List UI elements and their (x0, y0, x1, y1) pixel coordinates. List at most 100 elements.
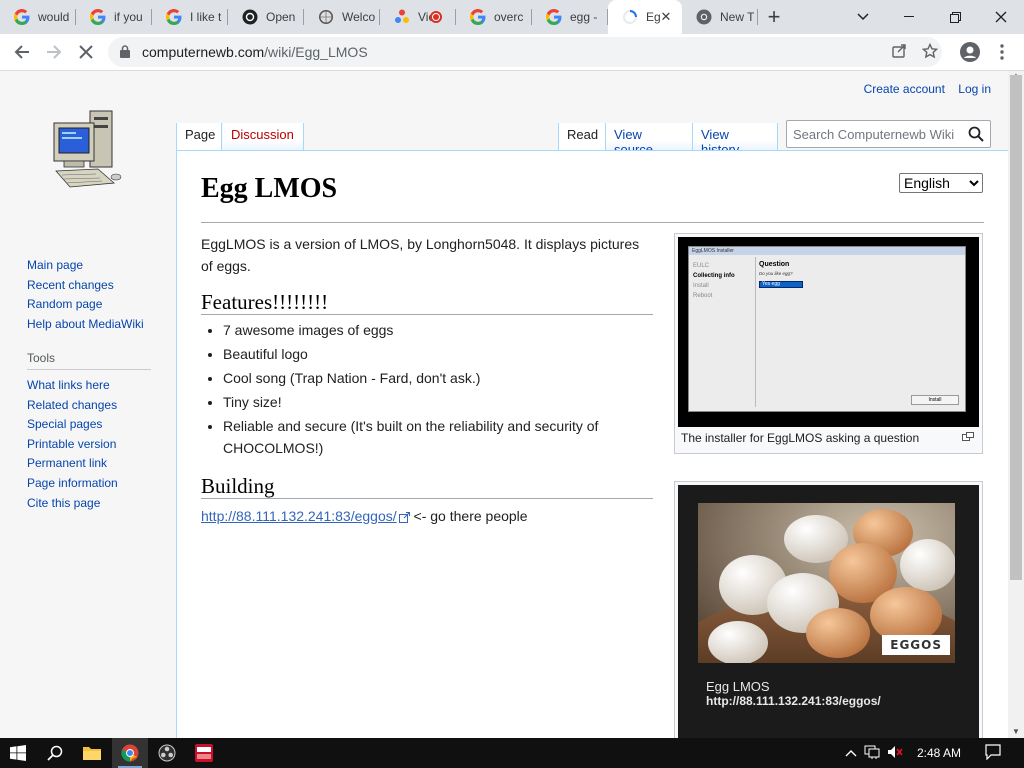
tab-view-history[interactable]: View history (693, 123, 778, 157)
chrome-icon (121, 744, 139, 762)
google-icon (90, 9, 106, 25)
browser-tab[interactable]: if you (76, 0, 152, 34)
chrome-taskbar-button[interactable] (112, 738, 148, 768)
google-icon (166, 9, 182, 25)
tab-title: New T (720, 10, 754, 24)
google-icon (470, 9, 486, 25)
magnify-icon[interactable] (962, 432, 974, 441)
browser-tab[interactable]: Eg ✕ (608, 0, 682, 34)
content-area: Egg LMOS English EggLMOS is a version of… (176, 150, 1008, 738)
nav-link[interactable]: Main page (27, 256, 144, 276)
search-icon[interactable] (968, 126, 984, 142)
close-tab-icon[interactable]: ✕ (658, 9, 674, 25)
bookmark-star-icon[interactable] (921, 42, 939, 61)
file-explorer-button[interactable] (74, 738, 110, 768)
search-icon (47, 745, 63, 761)
obs-taskbar-button[interactable] (149, 738, 185, 768)
share-icon[interactable] (890, 43, 908, 61)
tab-view-source[interactable]: View source (606, 123, 693, 157)
egg-card-title: Egg LMOS (706, 679, 770, 694)
page-scrollbar[interactable]: ▲ ▼ (1008, 71, 1024, 738)
url-text[interactable]: computernewb.com/wiki/Egg_LMOS (142, 44, 368, 60)
installer-thumbnail: EggLMOS Installer EULC Collecting info I… (674, 233, 983, 454)
tools-link[interactable]: Printable version (27, 435, 151, 455)
forward-button[interactable] (40, 38, 68, 66)
scrollbar-thumb[interactable] (1010, 75, 1022, 580)
close-window-button[interactable] (978, 0, 1024, 34)
tools-link[interactable]: Cite this page (27, 494, 151, 514)
installer-window: EggLMOS Installer EULC Collecting info I… (688, 246, 966, 412)
network-icon[interactable] (860, 745, 884, 762)
building-paragraph: http://88.111.132.241:83/eggos/ <- go th… (201, 508, 528, 524)
browser-tab[interactable]: overc (456, 0, 532, 34)
show-hidden-icons-icon[interactable] (842, 746, 860, 760)
tab-search-button[interactable] (840, 0, 886, 34)
system-tray: 2:48 AM (842, 738, 1014, 768)
feature-item: Tiny size! (223, 391, 653, 413)
lock-icon[interactable] (120, 45, 130, 58)
wiki-logo[interactable] (46, 105, 126, 195)
tab-title: egg - (570, 10, 598, 24)
obs-icon (158, 744, 176, 762)
browser-tab[interactable]: New T (682, 0, 758, 34)
openai-icon (242, 9, 258, 25)
loading-icon (622, 9, 638, 25)
tab-title: Open (266, 10, 296, 24)
clock-time[interactable]: 2:48 AM (906, 746, 972, 760)
features-list: 7 awesome images of eggsBeautiful logoCo… (223, 319, 653, 459)
windows-icon (10, 745, 26, 761)
tools-link[interactable]: Permanent link (27, 454, 151, 474)
volume-muted-icon[interactable] (884, 745, 906, 762)
stop-loading-button[interactable] (72, 38, 100, 66)
address-bar[interactable]: computernewb.com/wiki/Egg_LMOS (108, 37, 942, 67)
browser-tab[interactable]: egg - (532, 0, 608, 34)
eggos-external-link[interactable]: http://88.111.132.241:83/eggos/ (201, 508, 397, 524)
language-select[interactable]: English (899, 173, 983, 193)
installer-titlebar: EggLMOS Installer (689, 247, 965, 255)
tools-link[interactable]: Related changes (27, 396, 151, 416)
tab-discussion[interactable]: Discussion (223, 123, 304, 151)
chrome-menu-icon[interactable] (988, 38, 1016, 66)
log-in-link[interactable]: Log in (958, 82, 991, 96)
thumbnail-caption: The installer for EggLMOS asking a quest… (681, 431, 920, 445)
browser-tab[interactable]: Vic (380, 0, 456, 34)
tab-read[interactable]: Read (558, 123, 606, 151)
building-heading: Building (201, 475, 653, 499)
google-icon (546, 9, 562, 25)
notifications-icon[interactable] (972, 743, 1014, 763)
tab-page[interactable]: Page (176, 123, 222, 151)
personal-tools: Create account Log in (854, 82, 991, 96)
tab-title: would (38, 10, 70, 24)
browser-tab[interactable]: would (0, 0, 76, 34)
intro-paragraph: EggLMOS is a version of LMOS, by Longhor… (201, 236, 640, 274)
tab-title: overc (494, 10, 524, 24)
browser-tab[interactable]: Open (228, 0, 304, 34)
devcpp-taskbar-button[interactable] (186, 738, 222, 768)
nav-link[interactable]: Random page (27, 295, 144, 315)
installer-screenshot[interactable]: EggLMOS Installer EULC Collecting info I… (678, 237, 979, 427)
egg-card[interactable]: EGGOS Egg LMOS http://88.111.132.241:83/… (678, 485, 979, 738)
profile-avatar[interactable] (956, 38, 984, 66)
tools-link[interactable]: What links here (27, 376, 151, 396)
search-input[interactable] (793, 122, 963, 146)
tools-link[interactable]: Special pages (27, 415, 151, 435)
restore-button[interactable] (932, 0, 978, 34)
back-button[interactable] (8, 38, 36, 66)
nav-link[interactable]: Recent changes (27, 276, 144, 296)
new-tab-button[interactable]: + (758, 0, 790, 34)
minimize-button[interactable] (886, 0, 932, 34)
installer-install-button: Install (911, 395, 959, 405)
browser-tab[interactable]: I like t (152, 0, 228, 34)
folder-icon (83, 747, 101, 760)
eggos-label: EGGOS (882, 635, 950, 655)
feature-item: Beautiful logo (223, 343, 653, 365)
search-taskbar-button[interactable] (37, 738, 73, 768)
start-button[interactable] (0, 738, 36, 768)
nav-link[interactable]: Help about MediaWiki (27, 315, 144, 335)
tools-link[interactable]: Page information (27, 474, 151, 494)
nav-portal: Main page Recent changes Random page Help a… (27, 256, 144, 334)
browser-tab[interactable]: Welco (304, 0, 380, 34)
scroll-down-arrow[interactable]: ▼ (1012, 727, 1020, 736)
installer-question: Question (759, 261, 790, 268)
create-account-link[interactable]: Create account (864, 82, 945, 96)
